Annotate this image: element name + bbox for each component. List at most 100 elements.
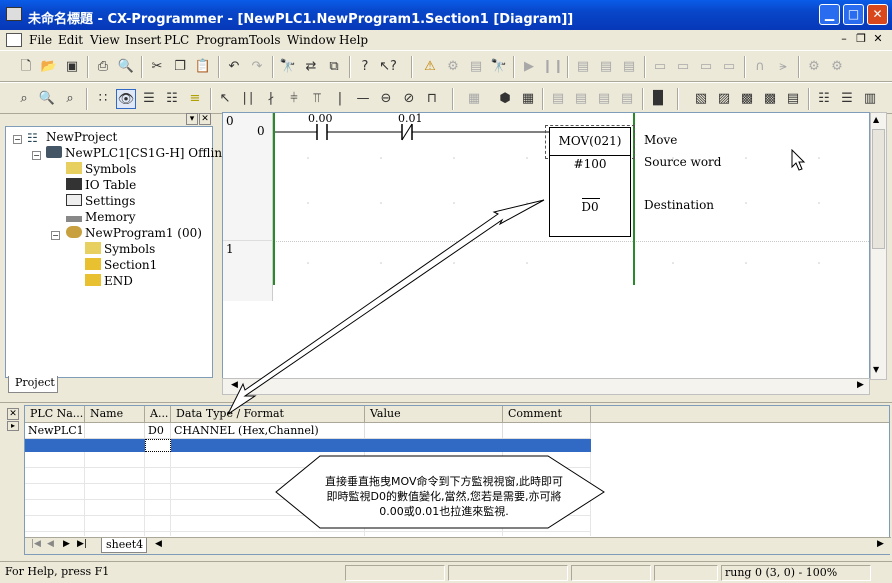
work-online-icon[interactable]: ⚙	[443, 57, 463, 77]
menu-help[interactable]: Help	[339, 33, 368, 47]
tree-plc[interactable]: NewPLC1[CS1G-H] Offline	[46, 146, 229, 160]
tree-project[interactable]: ☷ NewProject	[27, 130, 117, 145]
transfer-to-plc-icon[interactable]: ▤	[573, 57, 593, 77]
menu-plc[interactable]: PLC	[164, 33, 189, 47]
watch-pin-icon[interactable]: ▸	[7, 421, 19, 431]
memory-icon[interactable]: ▥	[860, 89, 880, 109]
show-comments-icon[interactable]: 👁	[116, 89, 136, 109]
find-icon[interactable]: 🔭	[278, 57, 298, 77]
instruction-icon[interactable]: ⊓	[422, 89, 442, 109]
context-help-icon[interactable]: ↖?	[378, 57, 398, 77]
scroll-right-icon[interactable]: ▶	[857, 380, 864, 390]
column-header-plc[interactable]: PLC Na...	[25, 406, 85, 423]
zoom-in-icon[interactable]: 🔍	[37, 89, 57, 109]
send-edit-icon[interactable]: ▤	[594, 89, 614, 109]
copy-icon[interactable]: ❐	[170, 57, 190, 77]
table-row-selected[interactable]	[25, 439, 591, 452]
watch-close-icon[interactable]: ✕	[7, 408, 19, 420]
column-header-datatype[interactable]: Data Type / Format	[171, 406, 365, 423]
compile-icon[interactable]: ▦	[464, 89, 484, 109]
zoom-out-icon[interactable]: ⌕	[60, 89, 80, 109]
project-workspace-icon[interactable]: ▧	[691, 89, 711, 109]
open-icon[interactable]: 📂	[39, 57, 59, 77]
vertical-line-icon[interactable]: |	[330, 89, 350, 109]
first-sheet-icon[interactable]: |◀	[31, 539, 41, 549]
transfer-edit-icon[interactable]: ▤	[617, 89, 637, 109]
document-icon[interactable]	[6, 33, 22, 47]
cancel-edit-icon[interactable]: ▤	[571, 89, 591, 109]
io-icon[interactable]: ▐▌	[648, 89, 668, 109]
ladder-horizontal-scrollbar[interactable]: ◀ ▶	[222, 378, 870, 395]
zoom-icon[interactable]: ⌕	[14, 89, 34, 109]
address-reference-icon[interactable]: ⧉	[324, 57, 344, 77]
scroll-right-icon[interactable]: ▶	[877, 539, 884, 549]
transfer-from-plc-icon[interactable]: ▤	[596, 57, 616, 77]
column-header-comment[interactable]: Comment	[503, 406, 591, 423]
column-header-name[interactable]: Name	[85, 406, 145, 423]
minimize-button[interactable]: ▁	[819, 4, 840, 25]
tree-settings[interactable]: Settings	[66, 194, 135, 208]
warning-icon[interactable]: ⚠	[420, 57, 440, 77]
scroll-left-icon[interactable]: ◀	[231, 380, 238, 390]
menu-tools[interactable]: Tools	[249, 33, 281, 47]
run-mode-icon[interactable]: ▭	[719, 57, 739, 77]
run-icon[interactable]: ▶	[519, 57, 539, 77]
menu-program[interactable]: Program	[196, 33, 249, 47]
or-nc-contact-icon[interactable]: ⫪	[307, 89, 327, 109]
select-pointer-icon[interactable]: ↖	[215, 89, 235, 109]
online-edit-icon[interactable]: ▤	[548, 89, 568, 109]
rung-comment-icon[interactable]: ☰	[139, 89, 159, 109]
watch-window-icon[interactable]: ▩	[737, 89, 757, 109]
app-icon[interactable]	[6, 7, 22, 21]
program-mode-icon[interactable]: ▭	[650, 57, 670, 77]
contact-address[interactable]: 0.01	[398, 112, 423, 125]
mdi-restore-button[interactable]: ❐	[853, 32, 869, 46]
watch-icon[interactable]: 🔭	[489, 57, 509, 77]
no-contact-icon[interactable]: ∣∣	[238, 89, 258, 109]
menu-view[interactable]: View	[90, 33, 120, 47]
symbols-icon[interactable]: ☰	[837, 89, 857, 109]
new-icon[interactable]: 🗋	[16, 57, 36, 77]
maximize-button[interactable]: □	[843, 4, 864, 25]
column-header-address[interactable]: A...	[145, 406, 171, 423]
program-comment-icon[interactable]: ☷	[162, 89, 182, 109]
force-off-icon[interactable]: ⪫	[773, 57, 793, 77]
cut-icon[interactable]: ✂	[147, 57, 167, 77]
mdi-close-button[interactable]: ✕	[870, 32, 886, 46]
print-preview-icon[interactable]: 🔍	[116, 57, 136, 77]
prev-sheet-icon[interactable]: ◀	[47, 539, 54, 549]
mdi-minimize-button[interactable]: –	[836, 32, 852, 46]
pane-close-icon[interactable]: ✕	[199, 113, 211, 125]
tree-program-symbols[interactable]: Symbols	[85, 242, 155, 256]
table-row[interactable]: NewPLC1 D0 CHANNEL (Hex,Channel)	[25, 423, 591, 439]
nc-contact-icon[interactable]: ∤	[261, 89, 281, 109]
menu-window[interactable]: Window	[287, 33, 336, 47]
menu-file[interactable]: File	[29, 33, 52, 47]
tree-plc-symbols[interactable]: Symbols	[66, 162, 136, 176]
last-sheet-icon[interactable]: ▶|	[77, 539, 87, 549]
stack-icon[interactable]: ⬢	[495, 89, 515, 109]
reset-icon[interactable]: ⚙	[827, 57, 847, 77]
grid-icon[interactable]: ∷	[93, 89, 113, 109]
column-header-value[interactable]: Value	[365, 406, 503, 423]
menu-insert[interactable]: Insert	[125, 33, 161, 47]
horizontal-line-icon[interactable]: —	[353, 89, 373, 109]
tree-io-table[interactable]: IO Table	[66, 178, 136, 192]
contact-address[interactable]: 0.00	[308, 112, 333, 125]
print-icon[interactable]: ⎙	[93, 57, 113, 77]
output-window-icon[interactable]: ▨	[714, 89, 734, 109]
monitor-icon[interactable]: ▤	[466, 57, 486, 77]
table-icon[interactable]: ▦	[518, 89, 538, 109]
menu-edit[interactable]: Edit	[58, 33, 83, 47]
scroll-up-icon[interactable]: ▲	[873, 115, 879, 124]
tree-memory[interactable]: Memory	[66, 210, 136, 224]
tree-section1[interactable]: Section1	[85, 258, 157, 272]
tree-end[interactable]: END	[85, 274, 133, 288]
tab-sheet4[interactable]: sheet4	[101, 538, 147, 553]
tree-program[interactable]: NewProgram1 (00)	[66, 226, 202, 240]
save-icon[interactable]: ▣	[62, 57, 82, 77]
debug-mode-icon[interactable]: ▭	[673, 57, 693, 77]
cross-reference-icon[interactable]: ▩	[760, 89, 780, 109]
tab-project[interactable]: Project	[8, 376, 58, 393]
mnemonics-icon[interactable]: ≡	[185, 89, 205, 109]
